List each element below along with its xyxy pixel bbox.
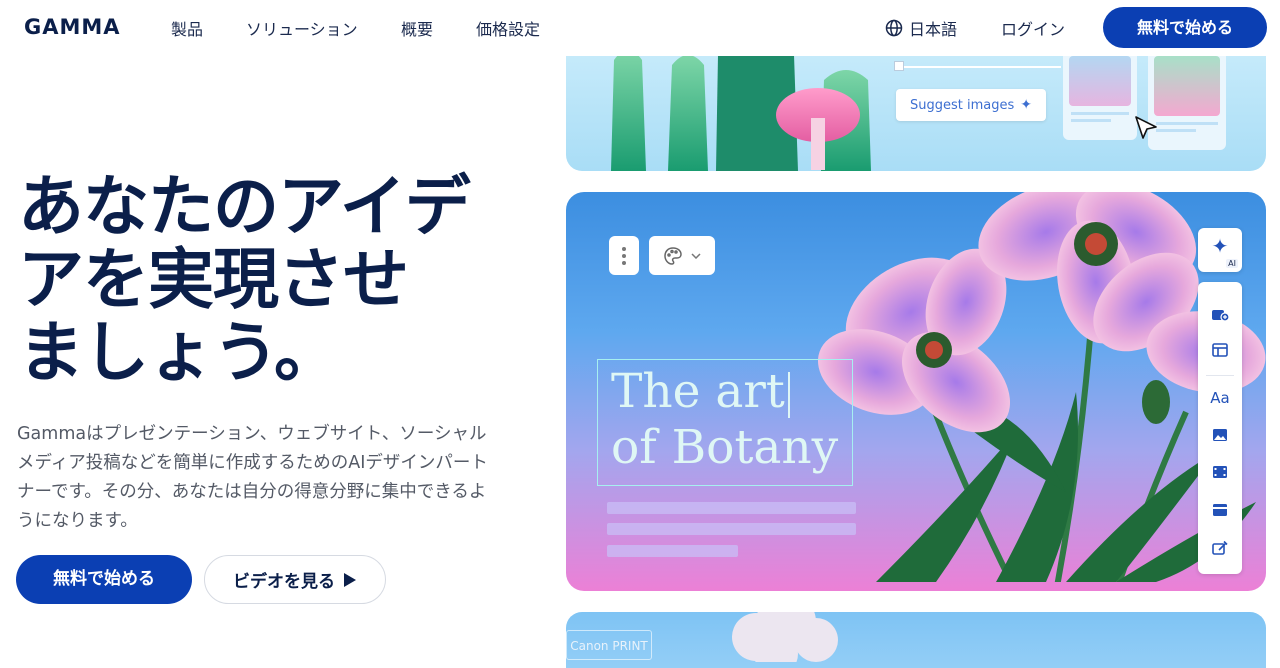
hero-title-line: アを実現させ: [18, 241, 409, 318]
slide-title-line: of Botany: [611, 420, 839, 475]
theme-palette-button[interactable]: [649, 236, 715, 275]
nav-link-products[interactable]: 製品: [171, 16, 203, 40]
nav-signup-button[interactable]: 無料で始める: [1103, 7, 1267, 48]
login-link[interactable]: ログイン: [1001, 16, 1065, 40]
suggest-images-button[interactable]: Suggest images ✦: [896, 89, 1046, 121]
embed-icon[interactable]: [1210, 500, 1230, 520]
hero-title-line: ましょう。: [18, 314, 340, 391]
layout-icon[interactable]: [1210, 340, 1230, 360]
sparkle-icon: ✦: [1020, 97, 1032, 113]
hero-title: あなたのアイデ アを実現させ ましょう。: [18, 170, 538, 389]
sparkle-icon: ✦: [1211, 234, 1229, 258]
botany-slide-card: The art of Botany ✦ AI Aa: [566, 192, 1266, 591]
text-style-icon[interactable]: Aa: [1210, 388, 1230, 408]
vertical-dots-icon: [622, 246, 626, 265]
slide-title[interactable]: The art of Botany: [611, 364, 838, 476]
chevron-down-icon: [691, 252, 701, 259]
language-label: 日本語: [909, 20, 958, 39]
add-card-icon[interactable]: [1210, 304, 1230, 324]
canon-print-label: Canon PRINT: [566, 630, 652, 660]
watch-video-button[interactable]: ビデオを見る: [204, 555, 386, 604]
mushroom-preview-card: Suggest images ✦: [566, 40, 1266, 171]
ai-badge: AI: [1226, 259, 1238, 268]
watch-video-label: ビデオを見る: [233, 572, 335, 592]
next-slide-card: Canon PRINT: [566, 612, 1266, 668]
text-cursor: [788, 372, 790, 418]
hero-signup-button[interactable]: 無料で始める: [16, 555, 192, 604]
text-placeholder-line: [607, 502, 856, 514]
slider-handle[interactable]: [894, 61, 904, 71]
text-placeholder-line: [607, 523, 856, 535]
toolbar-divider: [1206, 375, 1234, 376]
cactus-illustration: [611, 42, 871, 171]
hero-subtitle-line: Gammaはプレゼンテーション、ウェブサイト、ソーシャル: [17, 424, 487, 444]
hero-title-line: あなたのアイデ: [18, 168, 471, 245]
more-options-button[interactable]: [609, 236, 639, 275]
language-selector[interactable]: 日本語: [885, 16, 957, 40]
cloud-illustration: [732, 612, 838, 662]
image-thumbnail[interactable]: [1063, 50, 1137, 140]
edit-icon[interactable]: [1210, 538, 1230, 558]
globe-icon: [885, 19, 903, 37]
top-nav: GAMMA 製品 ソリューション 概要 価格設定 日本語 ログイン 無料で始める: [0, 0, 1280, 56]
image-icon[interactable]: [1210, 425, 1230, 445]
nav-link-overview[interactable]: 概要: [401, 16, 433, 40]
hero-subtitle-line: ナーです。その分、あなたは自分の得意分野に集中できるよ: [17, 482, 487, 502]
gamma-logo[interactable]: GAMMA: [24, 15, 121, 39]
palette-icon: [664, 246, 682, 265]
side-toolbar: Aa: [1198, 282, 1242, 574]
nav-link-pricing[interactable]: 価格設定: [476, 16, 540, 40]
mouse-cursor-icon: [1135, 116, 1157, 139]
hero-subtitle: Gammaはプレゼンテーション、ウェブサイト、ソーシャル メディア投稿などを簡単…: [17, 420, 517, 536]
ai-assistant-button[interactable]: ✦ AI: [1198, 228, 1242, 272]
hero-subtitle-line: メディア投稿などを簡単に作成するためのAIデザインパート: [17, 453, 488, 473]
play-icon: [344, 572, 356, 587]
text-placeholder-line: [607, 545, 738, 557]
slider-track: [896, 66, 1061, 68]
suggest-images-label: Suggest images: [910, 97, 1015, 113]
hero-subtitle-line: うになります。: [17, 511, 138, 531]
slide-title-line: The art: [611, 364, 785, 419]
video-icon[interactable]: [1210, 462, 1230, 482]
nav-link-solutions[interactable]: ソリューション: [246, 16, 358, 40]
